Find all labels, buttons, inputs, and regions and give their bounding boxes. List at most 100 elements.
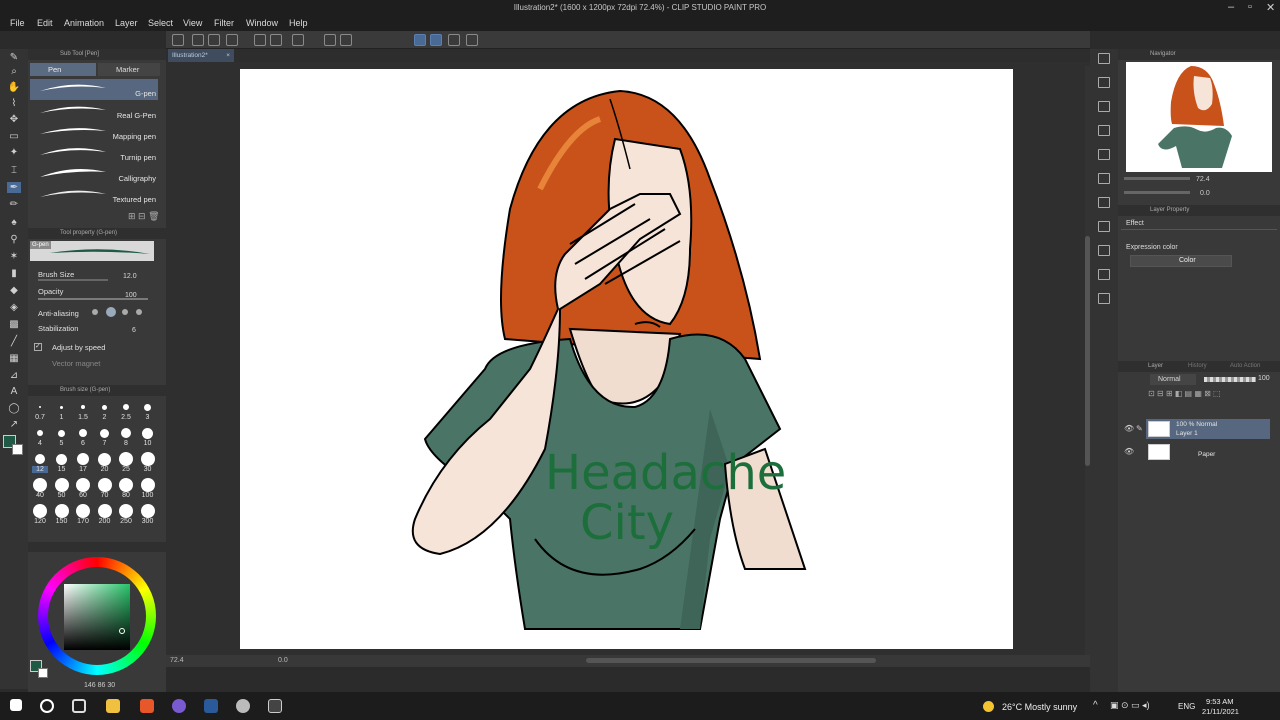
figure-icon[interactable]: ╱ — [7, 336, 21, 347]
navigator-angle[interactable]: 0.0 — [1200, 190, 1210, 197]
search-taskbar-icon[interactable] — [40, 699, 54, 713]
horizontal-scrollbar[interactable] — [586, 658, 876, 663]
undo-icon[interactable] — [254, 34, 266, 46]
color-set-icon[interactable] — [1098, 221, 1110, 232]
snap-icon[interactable] — [414, 34, 426, 46]
brush-size-option[interactable]: 60 — [75, 492, 91, 499]
subtool-item-real-gpen[interactable]: Real G-Pen — [30, 101, 158, 122]
brush-size-option[interactable]: 170 — [75, 518, 91, 525]
pen-icon[interactable]: ✒ — [7, 182, 21, 193]
brush-size-option[interactable]: 15 — [54, 466, 70, 473]
layer-opacity-slider[interactable] — [1204, 377, 1256, 382]
transform-icon[interactable] — [340, 34, 352, 46]
menu-filter[interactable]: Filter — [214, 18, 234, 28]
text-icon[interactable]: A — [7, 386, 21, 397]
tab-auto-action[interactable]: Auto Action — [1230, 361, 1260, 372]
tab-pen[interactable]: Pen — [30, 63, 96, 76]
menu-layer[interactable]: Layer — [115, 18, 138, 28]
brush-size-option[interactable]: 200 — [97, 518, 113, 525]
brush-size-option[interactable]: 2 — [97, 414, 113, 421]
weather-text[interactable]: 26°C Mostly sunny — [1002, 702, 1077, 712]
sub-color-swatch[interactable] — [12, 444, 23, 455]
maximize-icon[interactable]: ▫ — [1248, 1, 1252, 13]
brush-size-option[interactable]: 150 — [54, 518, 70, 525]
guide-icon[interactable] — [448, 34, 460, 46]
menu-view[interactable]: View — [183, 18, 202, 28]
layer-opacity-value[interactable]: 100 — [1258, 375, 1270, 382]
hand-icon[interactable]: ✋ — [7, 82, 21, 93]
minimize-icon[interactable]: – — [1228, 1, 1234, 13]
layer-actions[interactable]: ⊡ ⊟ ⊞ ◧ ▤ ▦ ⊠ ⬚ — [1148, 389, 1278, 399]
gradient-icon[interactable]: ▩ — [7, 319, 21, 330]
brush-size-option[interactable]: 40 — [32, 492, 48, 499]
redo-icon[interactable] — [270, 34, 282, 46]
layer-row-1[interactable]: 100 % Normal Layer 1 — [1146, 419, 1270, 439]
save-icon[interactable] — [208, 34, 220, 46]
history-icon[interactable] — [1098, 149, 1110, 160]
navigator-zoom[interactable]: 72.4 — [1196, 176, 1210, 183]
menu-animation[interactable]: Animation — [64, 18, 104, 28]
brush-icon[interactable]: ♠ — [7, 217, 21, 228]
brush-size-option[interactable]: 8 — [118, 440, 134, 447]
new-icon[interactable] — [172, 34, 184, 46]
correct-line-icon[interactable]: ↗ — [7, 419, 21, 430]
pen-tool-icon[interactable]: ✎ — [7, 52, 21, 63]
opacity-slider[interactable] — [38, 298, 148, 300]
brush-size-option[interactable]: 300 — [140, 518, 156, 525]
layer-icon[interactable] — [1098, 101, 1110, 112]
eye-icon[interactable]: 👁 — [1124, 424, 1134, 433]
close-icon[interactable]: ✕ — [1266, 1, 1275, 14]
windows-start-icon[interactable] — [10, 699, 22, 711]
brush-size-option[interactable]: 7 — [97, 440, 113, 447]
brush-size-option[interactable]: 6 — [75, 440, 91, 447]
brush-size-option[interactable]: 12 — [32, 466, 48, 473]
brush-size-option[interactable]: 10 — [140, 440, 156, 447]
wand-icon[interactable]: ✦ — [7, 147, 21, 158]
blend-mode-select[interactable]: Normal — [1150, 374, 1196, 385]
special-ruler-icon[interactable] — [466, 34, 478, 46]
brush-size-option[interactable]: 4 — [32, 440, 48, 447]
brush-size-option[interactable]: 100 — [140, 492, 156, 499]
status-angle[interactable]: 0.0 — [278, 657, 288, 664]
settings-panel-icon[interactable] — [1098, 269, 1110, 280]
subtool-actions[interactable]: ⊞ ⊟ 🗑 — [128, 211, 164, 221]
steam-icon[interactable] — [204, 699, 218, 713]
subtool-item-calligraphy[interactable]: Calligraphy — [30, 164, 158, 185]
brush-size-option[interactable]: 0.7 — [32, 414, 48, 421]
menu-window[interactable]: Window — [246, 18, 278, 28]
adjust-speed-checkbox[interactable]: ✓ — [34, 343, 42, 351]
color-picker-cursor[interactable] — [119, 628, 125, 634]
blend-icon[interactable]: ◆ — [7, 285, 21, 296]
brush-size-option[interactable]: 30 — [140, 466, 156, 473]
brave-icon[interactable] — [140, 699, 154, 713]
brush-size-option[interactable]: 50 — [54, 492, 70, 499]
clock-date[interactable]: 21/11/2021 — [1202, 707, 1239, 716]
frame-icon[interactable]: ▦ — [7, 353, 21, 364]
menu-select[interactable]: Select — [148, 18, 173, 28]
brush-size-option[interactable]: 25 — [118, 466, 134, 473]
brush-size-option[interactable]: 250 — [118, 518, 134, 525]
brush-size-option[interactable]: 70 — [97, 492, 113, 499]
clock-time[interactable]: 9:53 AM — [1206, 697, 1234, 706]
clip-studio-icon[interactable] — [268, 699, 282, 713]
navigator-zoom-slider[interactable] — [1124, 177, 1190, 180]
eyedropper-icon[interactable]: ⌶ — [7, 165, 21, 176]
settings-icon[interactable] — [292, 34, 304, 46]
asset-icon[interactable] — [1098, 293, 1110, 304]
tray-chevron-icon[interactable]: ^ — [1093, 700, 1098, 711]
language-indicator[interactable]: ENG — [1178, 702, 1195, 711]
task-view-icon[interactable] — [72, 699, 86, 713]
navigator-angle-slider[interactable] — [1124, 191, 1190, 194]
material-icon[interactable] — [1098, 77, 1110, 88]
subtool-item-textured-pen[interactable]: Textured pen — [30, 185, 158, 206]
zoom-icon[interactable]: ⌕ — [7, 66, 21, 77]
info-icon[interactable] — [1098, 173, 1110, 184]
animation-icon[interactable] — [1098, 197, 1110, 208]
search-icon[interactable] — [1098, 53, 1110, 64]
palette-icon[interactable] — [1098, 245, 1110, 256]
expression-color-select[interactable]: Color — [1130, 255, 1232, 267]
ruler-icon[interactable] — [430, 34, 442, 46]
stabilization-value[interactable]: 6 — [132, 327, 136, 334]
chrome-icon[interactable] — [236, 699, 250, 713]
subtool-item-mapping-pen[interactable]: Mapping pen — [30, 122, 158, 143]
